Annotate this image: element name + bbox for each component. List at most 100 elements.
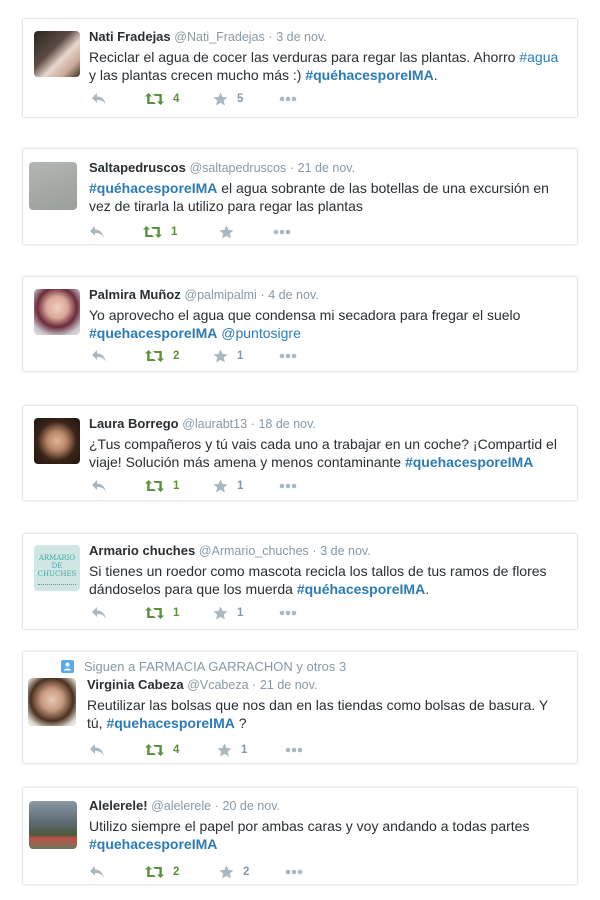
tweet-card[interactable]: Laura Borrego @laurabt13 · 18 de nov. ¿T… — [22, 405, 578, 501]
tweet-card[interactable]: Palmira Muñoz @palmipalmi · 4 de nov. Yo… — [22, 276, 578, 372]
tweet-date[interactable]: 18 de nov. — [258, 417, 315, 431]
favorite-star-icon — [213, 479, 228, 493]
favorite-count: 1 — [237, 350, 244, 362]
avatar[interactable] — [34, 31, 80, 77]
avatar[interactable]: ARMARIO DE CHUCHES — [34, 545, 80, 591]
hashtag-link[interactable]: #agua — [519, 49, 558, 65]
reply-button[interactable] — [91, 91, 107, 107]
author-name[interactable]: Alelerele! — [89, 798, 148, 813]
favorite-button[interactable]: 1 — [217, 742, 247, 758]
favorite-button[interactable]: 1 — [213, 605, 243, 621]
tweet-header: Armario chuches @Armario_chuches · 3 de … — [89, 543, 565, 559]
text-segment: y las plantas crecen mucho más :) — [89, 67, 306, 83]
follow-context[interactable]: Siguen a FARMACIA GARRACHON y otros 3 — [61, 659, 346, 674]
more-button[interactable] — [279, 91, 297, 107]
author-handle[interactable]: @saltapedruscos — [189, 161, 286, 175]
favorite-button[interactable]: 2 — [219, 864, 249, 880]
author-handle[interactable]: @Armario_chuches — [199, 544, 309, 558]
author-name[interactable]: Laura Borrego — [89, 416, 179, 431]
tweet-card[interactable]: Nati Fradejas @Nati_Fradejas · 3 de nov.… — [22, 18, 578, 118]
author-handle[interactable]: @Nati_Fradejas — [174, 30, 265, 44]
tweet-date[interactable]: 4 de nov. — [268, 288, 319, 302]
tweet-date[interactable]: 21 de nov. — [298, 161, 355, 175]
favorite-button[interactable]: 1 — [213, 348, 243, 364]
hashtag-link[interactable]: #quéhacesporeIMA — [89, 180, 217, 196]
more-button[interactable] — [273, 224, 291, 240]
author-name[interactable]: Virginia Cabeza — [87, 677, 184, 692]
more-icon — [279, 610, 297, 616]
author-handle[interactable]: @palmipalmi — [184, 288, 256, 302]
separator-dot: · — [268, 30, 273, 44]
avatar[interactable] — [34, 418, 80, 464]
avatar[interactable] — [34, 289, 80, 335]
retweet-icon — [145, 865, 164, 879]
avatar[interactable] — [28, 678, 76, 726]
more-button[interactable] — [285, 742, 303, 758]
tweet-date[interactable]: 21 de nov. — [260, 678, 317, 692]
text-segment: Reciclar el agua de cocer las verduras p… — [89, 49, 520, 65]
favorite-star-icon — [213, 606, 228, 620]
more-button[interactable] — [279, 605, 297, 621]
author-name[interactable]: Armario chuches — [89, 543, 195, 558]
more-icon — [279, 353, 297, 359]
hashtag-link[interactable]: #quehacesporeIMA — [89, 325, 217, 341]
favorite-button[interactable]: 5 — [213, 91, 243, 107]
author-handle[interactable]: @alelerele — [151, 799, 211, 813]
more-icon — [273, 229, 291, 235]
tweet-actions: 1 1 — [91, 478, 391, 494]
author-name[interactable]: Saltapedruscos — [89, 160, 186, 175]
favorite-count: 5 — [237, 93, 244, 105]
avatar-logo-text: ARMARIO DE CHUCHES — [37, 554, 77, 578]
tweet-card[interactable]: Alelerele! @alelerele · 20 de nov. Utili… — [22, 787, 578, 885]
more-button[interactable] — [279, 478, 297, 494]
hashtag-link[interactable]: #quehacesporeIMA — [106, 715, 234, 731]
retweet-button[interactable]: 2 — [145, 348, 179, 364]
tweet-date[interactable]: 3 de nov. — [276, 30, 327, 44]
hashtag-link[interactable]: #quéhacesporeIMA — [305, 67, 433, 83]
hashtag-link[interactable]: #quéhacesporeIMA — [297, 581, 425, 597]
tweet-text: Yo aprovecho el agua que condensa mi sec… — [89, 306, 565, 342]
author-name[interactable]: Palmira Muñoz — [89, 287, 181, 302]
reply-button[interactable] — [89, 742, 105, 758]
hashtag-link[interactable]: #quehacesporeIMA — [89, 836, 217, 852]
tweet-text: Si tienes un roedor como mascota recicla… — [89, 562, 565, 598]
hashtag-link[interactable]: #quehacesporeIMA — [405, 454, 533, 470]
more-icon — [279, 96, 297, 102]
avatar[interactable] — [29, 162, 77, 210]
reply-icon — [91, 92, 107, 106]
retweet-button[interactable]: 4 — [145, 742, 179, 758]
tweet-date[interactable]: 3 de nov. — [320, 544, 371, 558]
reply-button[interactable] — [89, 224, 105, 240]
more-button[interactable] — [279, 348, 297, 364]
tweet-card[interactable]: Siguen a FARMACIA GARRACHON y otros 3 Vi… — [22, 651, 578, 764]
retweet-button[interactable]: 4 — [145, 91, 179, 107]
reply-button[interactable] — [91, 348, 107, 364]
author-handle[interactable]: @Vcabeza — [187, 678, 248, 692]
reply-button[interactable] — [89, 864, 105, 880]
tweet-date[interactable]: 20 de nov. — [223, 799, 280, 813]
more-button[interactable] — [285, 864, 303, 880]
tweet-card[interactable]: Saltapedruscos @saltapedruscos · 21 de n… — [22, 148, 578, 245]
reply-button[interactable] — [91, 478, 107, 494]
tweet-card[interactable]: ARMARIO DE CHUCHES Armario chuches @Armar… — [22, 533, 578, 630]
retweet-count: 4 — [173, 744, 180, 756]
favorite-star-icon — [217, 743, 232, 757]
retweet-button[interactable]: 1 — [145, 605, 179, 621]
tweet-text: #quéhacesporeIMA el agua sobrante de las… — [89, 179, 565, 215]
retweet-button[interactable]: 2 — [145, 864, 179, 880]
author-handle[interactable]: @laurabt13 — [182, 417, 247, 431]
favorite-button[interactable] — [219, 224, 243, 240]
reply-button[interactable] — [91, 605, 107, 621]
tweet-header: Alelerele! @alelerele · 20 de nov. — [89, 798, 565, 814]
author-name[interactable]: Nati Fradejas — [89, 29, 171, 44]
retweet-count: 1 — [171, 226, 178, 238]
retweet-button[interactable]: 1 — [143, 224, 177, 240]
avatar[interactable] — [29, 801, 77, 849]
mention-link[interactable]: @puntosigre — [221, 325, 301, 341]
favorite-star-icon — [219, 865, 234, 879]
retweet-button[interactable]: 1 — [145, 478, 179, 494]
favorite-count: 1 — [237, 480, 244, 492]
retweet-count: 1 — [173, 480, 180, 492]
favorite-button[interactable]: 1 — [213, 478, 243, 494]
tweet-header: Virginia Cabeza @Vcabeza · 21 de nov. — [87, 677, 565, 693]
